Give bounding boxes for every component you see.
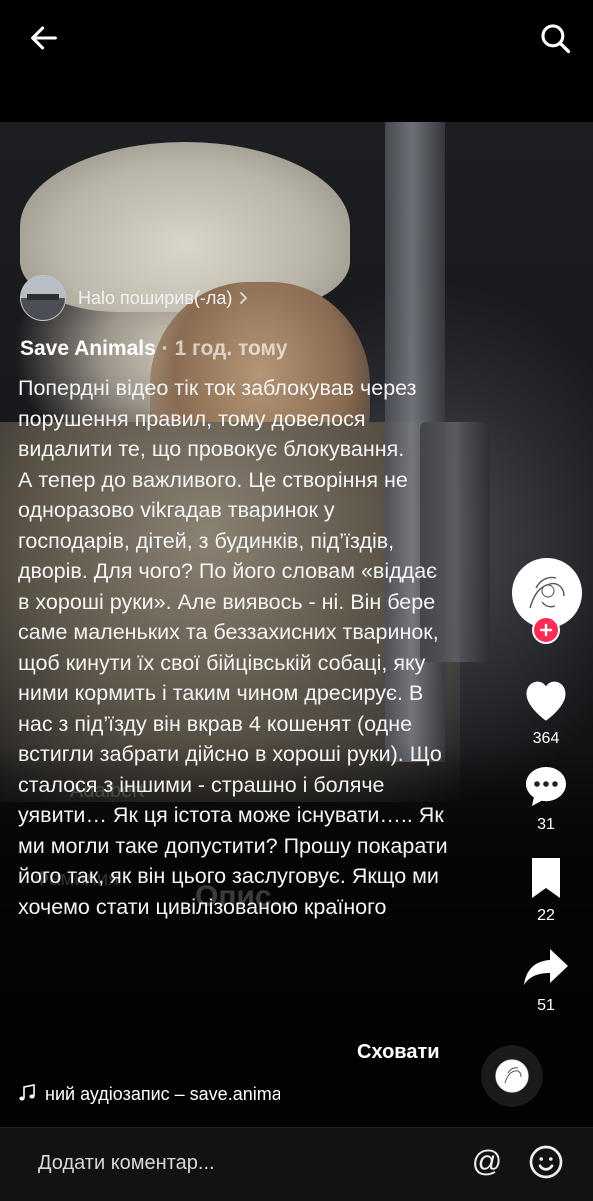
share-count: 51 bbox=[537, 997, 555, 1014]
share-button[interactable]: 51 bbox=[506, 944, 586, 1015]
music-title: ний аудіозапис – save.animals bbox=[45, 1084, 280, 1104]
sharer-avatar[interactable] bbox=[20, 275, 66, 321]
search-icon bbox=[541, 24, 571, 54]
author-row: Save Animals · 1 год. тому bbox=[20, 337, 288, 361]
sharer-avatar-image-icon bbox=[21, 276, 65, 320]
bookmark-count: 22 bbox=[537, 907, 555, 924]
comment-input[interactable]: Додати коментар... bbox=[38, 1152, 215, 1175]
shared-by-text: Halo поширив(-ла) bbox=[78, 287, 233, 308]
music-disc[interactable] bbox=[481, 1045, 543, 1107]
music-row[interactable]: ний аудіозапис – save.animals bbox=[18, 1084, 280, 1105]
heart-icon bbox=[526, 681, 566, 721]
author-name[interactable]: Save Animals bbox=[20, 337, 156, 360]
post-description: Попердні відео тік ток заблокував через … bbox=[18, 376, 448, 919]
mention-icon[interactable]: @ bbox=[469, 1144, 505, 1180]
plus-icon bbox=[539, 623, 553, 637]
back-button[interactable] bbox=[20, 14, 68, 62]
comment-bar: Додати коментар... @ bbox=[0, 1127, 593, 1201]
chevron-right-icon bbox=[240, 292, 248, 304]
emoji-button[interactable] bbox=[528, 1144, 564, 1180]
hide-description-button[interactable]: Сховати bbox=[357, 1041, 440, 1064]
post-time: · 1 год. тому bbox=[161, 337, 288, 360]
follow-button[interactable] bbox=[532, 616, 560, 644]
music-note-icon bbox=[19, 1084, 35, 1101]
bookmark-button[interactable]: 22 bbox=[506, 856, 586, 925]
search-button[interactable] bbox=[531, 14, 579, 62]
disc-cover-sketch-icon bbox=[504, 1067, 522, 1084]
comment-icon bbox=[526, 767, 566, 806]
bookmark-icon bbox=[532, 858, 560, 898]
comment-count: 31 bbox=[537, 816, 555, 833]
like-button[interactable]: 364 bbox=[506, 675, 586, 748]
emoji-icon bbox=[529, 1145, 563, 1179]
top-bar bbox=[0, 0, 593, 122]
share-arrow-icon bbox=[524, 949, 568, 985]
like-count: 364 bbox=[532, 730, 560, 747]
comment-button[interactable]: 31 bbox=[506, 763, 586, 834]
back-arrow-icon bbox=[31, 26, 57, 50]
shared-by-row[interactable]: Halo поширив(-ла) bbox=[20, 275, 250, 321]
